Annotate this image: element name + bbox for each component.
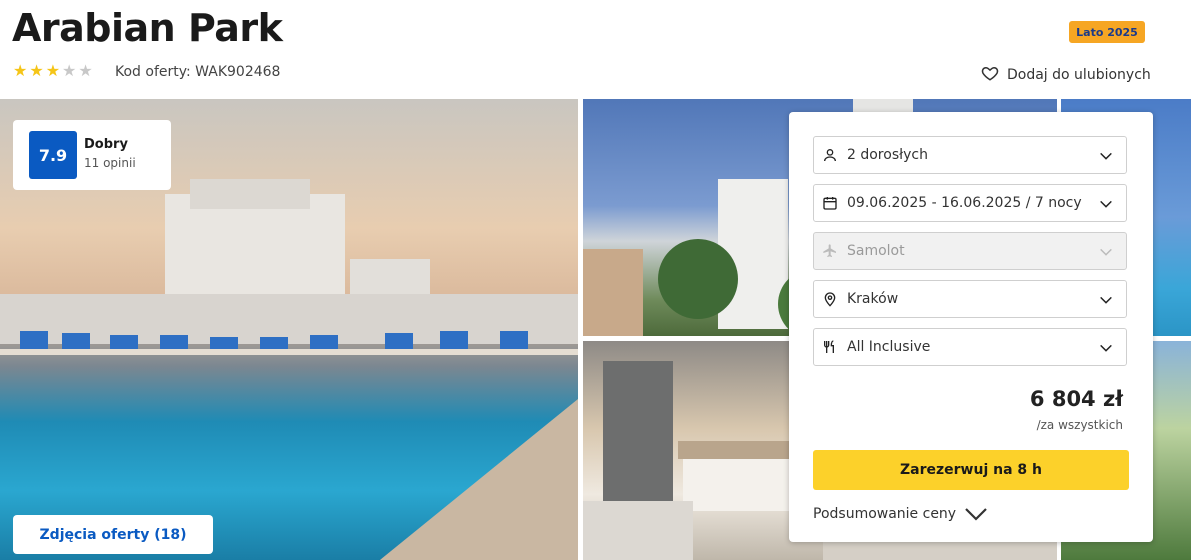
- plane-icon: [822, 243, 838, 259]
- price-summary-label: Podsumowanie ceny: [813, 506, 957, 522]
- transport-select: Samolot: [813, 232, 1127, 270]
- offer-code: Kod oferty: WAK902468: [115, 64, 281, 80]
- star-icon: ★: [29, 61, 44, 80]
- board-value: All Inclusive: [847, 339, 931, 355]
- chevron-down-icon: [1100, 248, 1112, 256]
- person-icon: [822, 147, 838, 163]
- chevron-down-icon: [1100, 152, 1112, 160]
- review-count: 11 opinii: [84, 156, 136, 170]
- dates-select[interactable]: 09.06.2025 - 16.06.2025 / 7 nocy: [813, 184, 1127, 222]
- price-note: /za wszystkich: [1036, 418, 1123, 432]
- departure-value: Kraków: [847, 291, 899, 307]
- rating-score: 7.9: [29, 131, 77, 179]
- favorite-label: Dodaj do ulubionych: [1007, 67, 1151, 83]
- departure-select[interactable]: Kraków: [813, 280, 1127, 318]
- chevron-down-icon: [1100, 344, 1112, 352]
- heart-icon: [981, 64, 999, 86]
- add-to-favorites-button[interactable]: Dodaj do ulubionych: [981, 64, 1151, 86]
- dates-value: 09.06.2025 - 16.06.2025 / 7 nocy: [847, 195, 1082, 211]
- location-pin-icon: [822, 291, 838, 307]
- total-price: 6 804 zł: [1029, 387, 1123, 411]
- book-button[interactable]: Zarezerwuj na 8 h: [813, 450, 1129, 490]
- star-icon: ★: [78, 61, 93, 80]
- rating-label: Dobry: [84, 137, 128, 152]
- chevron-down-icon: [1100, 296, 1112, 304]
- star-icon: ★: [62, 61, 77, 80]
- chevron-down-icon: [1100, 200, 1112, 208]
- star-rating: ★ ★ ★ ★ ★: [13, 63, 93, 79]
- chevron-down-icon: [965, 508, 987, 521]
- offer-photos-button[interactable]: Zdjęcia oferty (18): [13, 515, 213, 554]
- board-select[interactable]: All Inclusive: [813, 328, 1127, 366]
- cutlery-icon: [822, 339, 838, 355]
- hotel-title: Arabian Park: [12, 6, 283, 50]
- booking-panel: 2 dorosłych 09.06.2025 - 16.06.2025 / 7 …: [789, 112, 1153, 542]
- rating-card[interactable]: 7.9 Dobry 11 opinii: [13, 120, 171, 190]
- transport-value: Samolot: [847, 243, 905, 259]
- price-summary-toggle[interactable]: Podsumowanie ceny: [813, 506, 988, 522]
- travelers-select[interactable]: 2 dorosłych: [813, 136, 1127, 174]
- travelers-value: 2 dorosłych: [847, 147, 928, 163]
- calendar-icon: [822, 195, 838, 211]
- star-icon: ★: [45, 61, 61, 80]
- star-icon: ★: [13, 61, 28, 80]
- season-badge: Lato 2025: [1069, 21, 1145, 43]
